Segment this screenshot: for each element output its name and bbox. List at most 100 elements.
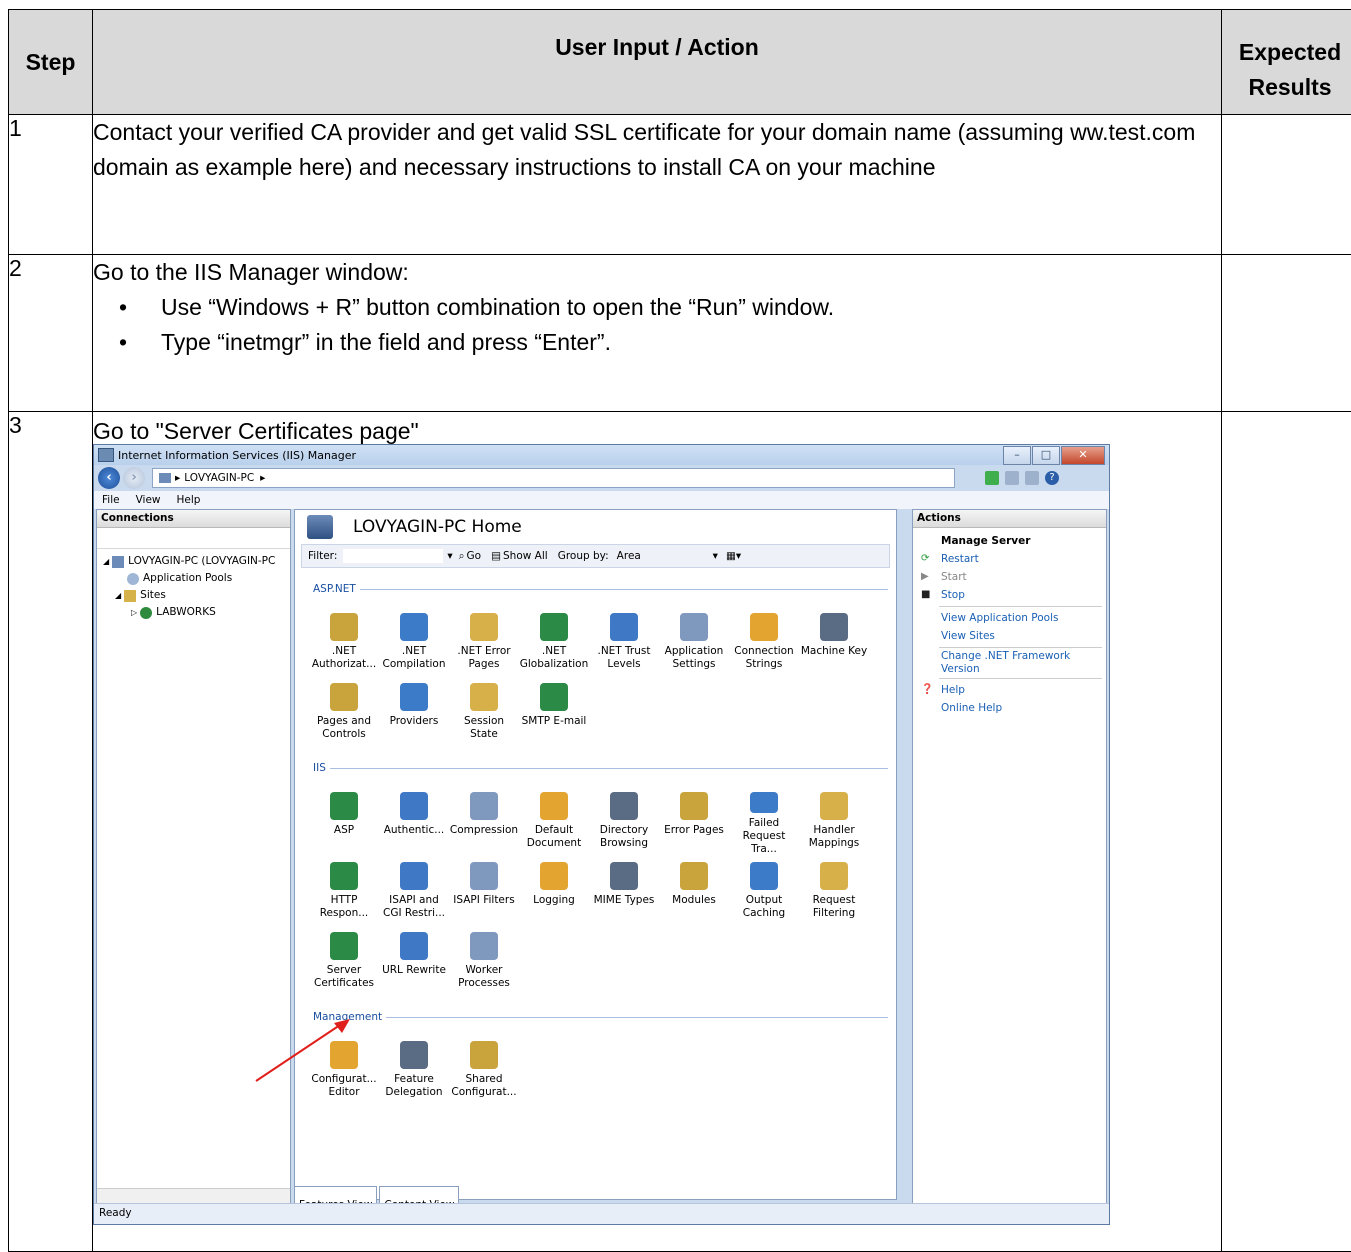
actions-list: Manage Server ⟳Restart ▶Start ■Stop View…: [913, 528, 1106, 717]
feature-item[interactable]: Request Filtering: [799, 856, 869, 926]
dropdown-icon[interactable]: ▾: [713, 539, 718, 574]
feature-item[interactable]: Default Document: [519, 786, 589, 856]
header-action: User Input / Action: [93, 10, 1222, 115]
go-icon[interactable]: ⌕: [459, 539, 465, 574]
feature-icon: [330, 683, 358, 711]
feature-item[interactable]: Directory Browsing: [589, 786, 659, 856]
tab-features-view[interactable]: Features View: [294, 1186, 377, 1204]
feature-item[interactable]: Output Caching: [729, 856, 799, 926]
feature-item[interactable]: ASP: [309, 786, 379, 856]
feature-item[interactable]: Session State: [449, 677, 519, 747]
group-by-label: Group by:: [558, 539, 609, 574]
restart-label: Restart: [941, 553, 979, 565]
home-icon[interactable]: [1025, 471, 1039, 485]
feature-icon: [820, 792, 848, 820]
minimize-button[interactable]: –: [1003, 446, 1031, 465]
stop-icon: ■: [921, 586, 933, 604]
feature-item[interactable]: ISAPI and CGI Restri...: [379, 856, 449, 926]
filter-input[interactable]: [343, 549, 443, 563]
feature-item[interactable]: Compression: [449, 786, 519, 856]
feature-item[interactable]: Handler Mappings: [799, 786, 869, 856]
start-link[interactable]: ▶Start: [921, 568, 1106, 586]
tree-item-labworks[interactable]: ▷LABWORKS: [103, 604, 290, 621]
header-expected-label: Expected Results: [1239, 39, 1341, 100]
tab-content-view[interactable]: Content View: [379, 1186, 459, 1204]
tree-item-server[interactable]: ◢LOVYAGIN-PC (LOVYAGIN-PC: [103, 553, 290, 570]
sites-folder-icon: [124, 590, 136, 602]
feature-item[interactable]: SMTP E-mail: [519, 677, 589, 747]
feature-label: Application Settings: [659, 645, 729, 671]
group-by-select[interactable]: Area: [617, 539, 713, 574]
feature-item[interactable]: Machine Key: [799, 607, 869, 677]
feature-item[interactable]: Application Settings: [659, 607, 729, 677]
feature-item[interactable]: Feature Delegation: [379, 1035, 449, 1105]
divider: [939, 606, 1102, 607]
dropdown-icon[interactable]: ▾: [447, 539, 452, 574]
feature-icon: [610, 613, 638, 641]
show-all-button[interactable]: Show All: [503, 539, 548, 574]
feature-icon: [400, 932, 428, 960]
connections-title: Connections: [97, 510, 290, 528]
refresh-icon[interactable]: [985, 471, 999, 485]
close-button[interactable]: ✕: [1061, 446, 1105, 465]
feature-label: HTTP Respon...: [309, 894, 379, 920]
feature-label: Logging: [533, 894, 575, 907]
feature-item[interactable]: HTTP Respon...: [309, 856, 379, 926]
show-all-icon[interactable]: ▤: [491, 539, 501, 574]
feature-item[interactable]: Modules: [659, 856, 729, 926]
feature-icon: [750, 862, 778, 890]
feature-label: Output Caching: [729, 894, 799, 920]
feature-item[interactable]: Worker Processes: [449, 926, 519, 996]
feature-label: .NET Error Pages: [449, 645, 519, 671]
feature-icon: [610, 862, 638, 890]
tree-item-app-pools[interactable]: Application Pools: [103, 570, 290, 587]
horizontal-scrollbar[interactable]: [97, 1188, 290, 1203]
restart-link[interactable]: ⟳Restart: [921, 550, 1106, 568]
list-item: Use “Windows + R” button combination to …: [161, 290, 1221, 325]
feature-item[interactable]: MIME Types: [589, 856, 659, 926]
feature-item[interactable]: Failed Request Tra...: [729, 786, 799, 856]
start-label: Start: [941, 571, 967, 583]
feature-item[interactable]: .NET Error Pages: [449, 607, 519, 677]
feature-item[interactable]: .NET Authorizat...: [309, 607, 379, 677]
online-help-link[interactable]: Online Help: [921, 699, 1106, 717]
help-link[interactable]: ❓Help: [921, 681, 1106, 699]
view-sites-link[interactable]: View Sites: [921, 627, 1106, 645]
expand-icon[interactable]: ◢: [115, 587, 121, 604]
stop-link[interactable]: ■Stop: [921, 586, 1106, 604]
feature-icon: [610, 792, 638, 820]
feature-item[interactable]: URL Rewrite: [379, 926, 449, 996]
maximize-button[interactable]: □: [1032, 446, 1060, 465]
feature-item[interactable]: Logging: [519, 856, 589, 926]
feature-item[interactable]: Shared Configurat...: [449, 1035, 519, 1105]
feature-item[interactable]: Connection Strings: [729, 607, 799, 677]
feature-label: Machine Key: [801, 645, 867, 658]
feature-item[interactable]: Pages and Controls: [309, 677, 379, 747]
feature-label: URL Rewrite: [382, 964, 446, 977]
feature-label: MIME Types: [594, 894, 655, 907]
address-field[interactable]: ▸ LOVYAGIN-PC ▸: [152, 468, 955, 488]
feature-icon: [750, 792, 778, 813]
expand-icon[interactable]: ▷: [131, 604, 137, 621]
change-net-link[interactable]: Change .NET Framework Version: [921, 650, 1091, 676]
feature-item[interactable]: .NET Compilation: [379, 607, 449, 677]
step-expected: [1222, 115, 1351, 255]
stop-icon[interactable]: [1005, 471, 1019, 485]
view-app-pools-link[interactable]: View Application Pools: [921, 609, 1106, 627]
feature-icon: [400, 792, 428, 820]
feature-item[interactable]: Server Certificates: [309, 926, 379, 996]
feature-label: Compression: [450, 824, 518, 837]
feature-item[interactable]: ISAPI Filters: [449, 856, 519, 926]
step-action: Go to "Server Certificates page" Interne…: [93, 412, 1222, 1252]
view-mode-icon[interactable]: ▦▾: [726, 539, 741, 574]
feature-label: Connection Strings: [729, 645, 799, 671]
tree-item-sites[interactable]: ◢Sites: [103, 587, 290, 604]
feature-item[interactable]: .NET Globalization: [519, 607, 589, 677]
feature-item[interactable]: Error Pages: [659, 786, 729, 856]
go-button[interactable]: Go: [467, 539, 482, 574]
help-icon[interactable]: ?: [1045, 471, 1059, 485]
feature-item[interactable]: Authentic...: [379, 786, 449, 856]
expand-icon[interactable]: ◢: [103, 553, 109, 570]
feature-item[interactable]: .NET Trust Levels: [589, 607, 659, 677]
feature-item[interactable]: Providers: [379, 677, 449, 747]
